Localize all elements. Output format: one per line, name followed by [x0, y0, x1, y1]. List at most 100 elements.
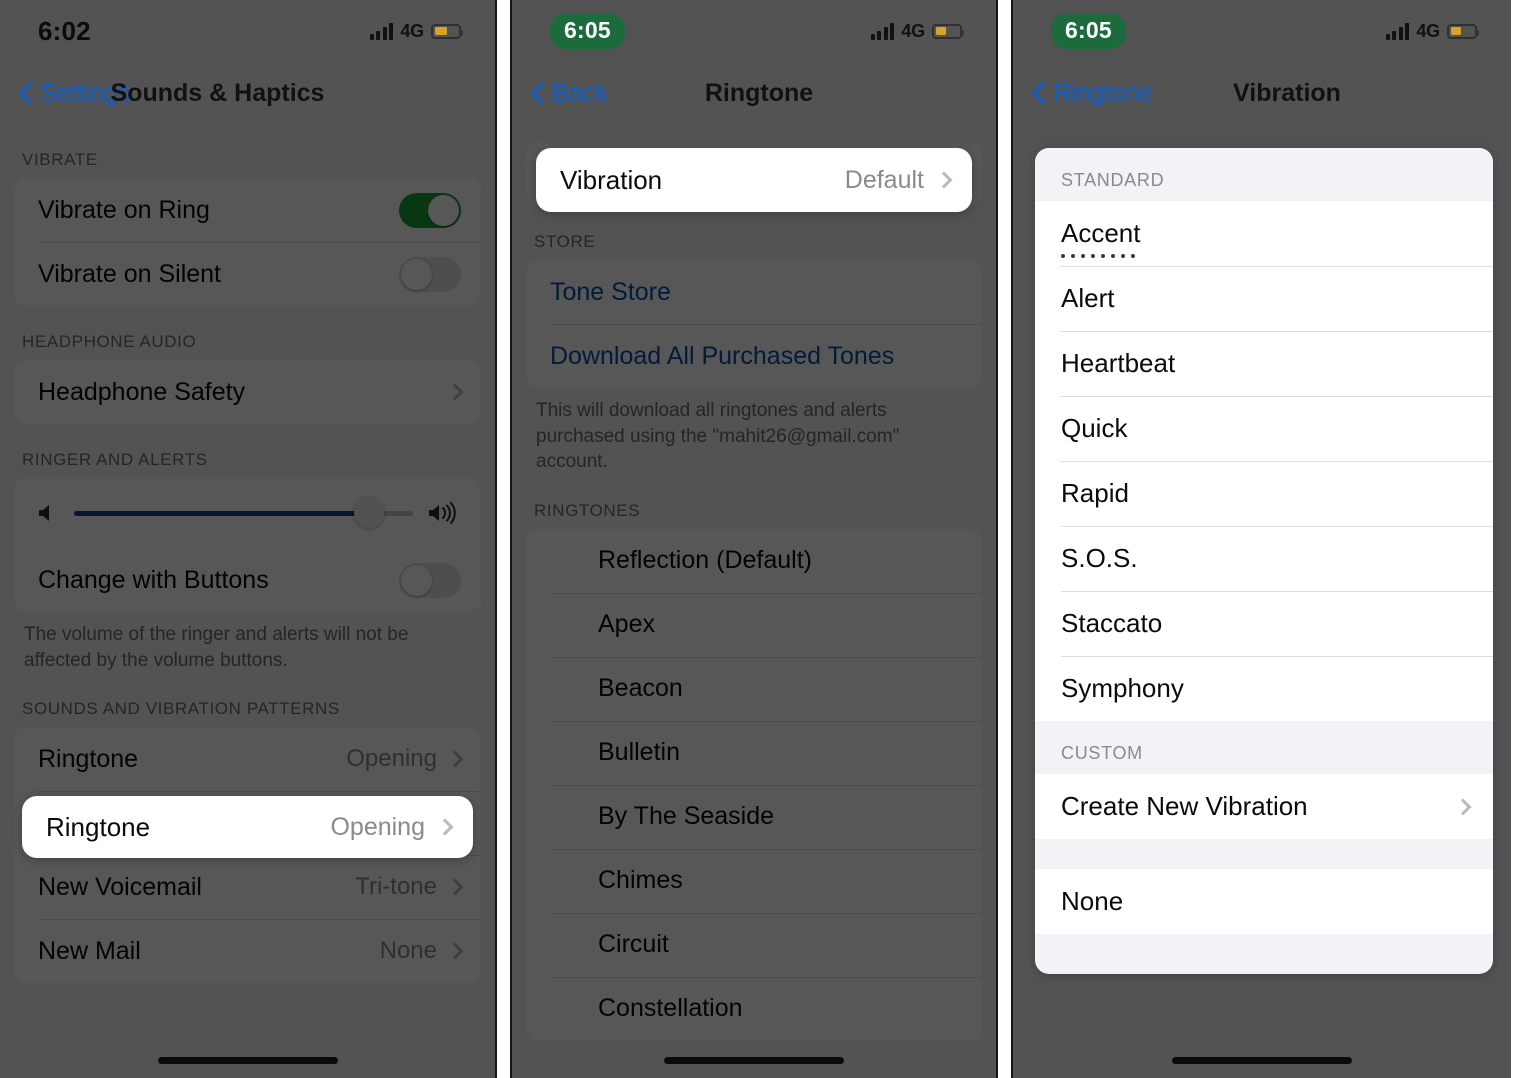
- speaker-low-icon: [36, 502, 60, 524]
- row-new-voicemail[interactable]: New Voicemail Tri-tone: [14, 855, 481, 919]
- store-card: Tone Store Download All Purchased Tones: [526, 260, 982, 388]
- vibration-option-rapid[interactable]: Rapid: [1035, 461, 1493, 526]
- cellular-signal-icon: [369, 22, 394, 40]
- highlight-value: Opening: [330, 812, 425, 841]
- row-label: New Mail: [38, 936, 141, 965]
- vibration-label: Heartbeat: [1061, 348, 1176, 378]
- list-item[interactable]: Circuit: [526, 912, 982, 977]
- group-header-standard: STANDARD: [1035, 148, 1493, 201]
- ringtone-label: Circuit: [598, 930, 669, 959]
- row-value: Opening: [346, 745, 437, 773]
- panel-gap-1: [497, 0, 510, 1078]
- status-indicators: 4G: [870, 20, 964, 42]
- back-button[interactable]: Back: [532, 79, 608, 108]
- highlighted-vibration-row[interactable]: Vibration Default: [536, 148, 972, 212]
- section-header-store: STORE: [534, 232, 596, 251]
- highlight-value: Default: [844, 165, 924, 194]
- back-button[interactable]: Ringtone: [1033, 79, 1153, 108]
- chevron-right-icon: [446, 878, 464, 896]
- create-new-vibration-row[interactable]: Create New Vibration: [1035, 774, 1493, 839]
- row-ringer-volume[interactable]: [14, 478, 481, 548]
- row-new-mail[interactable]: New Mail None: [14, 919, 481, 983]
- list-item[interactable]: Apex: [526, 592, 982, 657]
- page-title: Sounds & Haptics: [110, 78, 325, 107]
- section-header-sounds-vibration-patterns: SOUNDS AND VIBRATION PATTERNS: [22, 699, 340, 719]
- chevron-left-icon: [20, 82, 33, 105]
- row-change-with-buttons[interactable]: Change with Buttons: [14, 548, 481, 612]
- group-spacer: [1035, 839, 1493, 869]
- download-all-tones-link: Download All Purchased Tones: [550, 341, 895, 370]
- highlighted-ringtone-row[interactable]: Ringtone Opening: [22, 796, 473, 858]
- chevron-left-icon: [1033, 82, 1046, 105]
- chevron-left-icon: [532, 82, 545, 105]
- panel-sounds-haptics: 6:02 4G Settings Sounds & Haptics VIBRAT…: [0, 0, 497, 1078]
- row-download-all-purchased-tones[interactable]: Download All Purchased Tones: [526, 324, 982, 388]
- network-type-label: 4G: [901, 20, 925, 41]
- vibration-option-staccato[interactable]: Staccato: [1035, 591, 1493, 656]
- vibrate-on-ring-toggle[interactable]: [399, 192, 461, 228]
- row-vibrate-on-silent[interactable]: Vibrate on Silent: [14, 242, 481, 306]
- headphone-audio-card: Headphone Safety: [14, 360, 481, 424]
- status-bar: 6:05 4G: [1013, 0, 1511, 62]
- section-header-ringer-alerts: RINGER AND ALERTS: [22, 450, 208, 469]
- network-type-label: 4G: [1416, 20, 1440, 41]
- row-tone-store[interactable]: Tone Store: [526, 260, 982, 324]
- status-clock-recording: 6:05: [550, 13, 625, 49]
- cellular-signal-icon: [1385, 22, 1410, 40]
- list-item[interactable]: Constellation: [526, 976, 982, 1041]
- none-group: None: [1035, 869, 1493, 934]
- battery-icon: [431, 23, 463, 39]
- vibration-option-none[interactable]: None: [1035, 869, 1493, 934]
- list-item[interactable]: Reflection (Default): [526, 529, 982, 593]
- vibration-label: Rapid: [1061, 478, 1129, 508]
- row-headphone-safety[interactable]: Headphone Safety: [14, 360, 481, 424]
- list-item[interactable]: Bulletin: [526, 720, 982, 785]
- cellular-signal-icon: [870, 22, 895, 40]
- list-item[interactable]: By The Seaside: [526, 784, 982, 849]
- battery-icon: [1447, 23, 1479, 39]
- status-bar: 6:02 4G: [0, 0, 495, 62]
- vibration-options-list: STANDARD Accent Alert Heartbeat Quick Ra…: [1035, 148, 1493, 974]
- status-bar: 6:05 4G: [512, 0, 996, 62]
- vibration-option-symphony[interactable]: Symphony: [1035, 656, 1493, 721]
- back-button[interactable]: Settings: [20, 79, 130, 108]
- vibration-label: Symphony: [1061, 673, 1184, 703]
- vibration-option-sos[interactable]: S.O.S.: [1035, 526, 1493, 591]
- chevron-right-icon: [935, 171, 953, 189]
- vibration-option-quick[interactable]: Quick: [1035, 396, 1493, 461]
- ringtones-card: Reflection (Default) Apex Beacon Bulleti…: [526, 528, 982, 1041]
- network-type-label: 4G: [400, 20, 424, 41]
- ringtone-label: Constellation: [598, 994, 743, 1023]
- list-item[interactable]: Chimes: [526, 848, 982, 913]
- row-label: Vibrate on Silent: [38, 259, 221, 288]
- panel-gap-2: [998, 0, 1011, 1078]
- vibrate-on-silent-toggle[interactable]: [399, 256, 461, 292]
- vibration-option-heartbeat[interactable]: Heartbeat: [1035, 331, 1493, 396]
- list-item[interactable]: Beacon: [526, 656, 982, 721]
- row-ringtone[interactable]: Ringtone Opening: [14, 727, 481, 791]
- row-value: Tri-tone: [355, 873, 437, 901]
- vibration-label: None: [1061, 886, 1124, 916]
- row-label: Vibrate on Ring: [38, 195, 210, 224]
- vibration-option-alert[interactable]: Alert: [1035, 266, 1493, 331]
- vibration-label: Alert: [1061, 283, 1115, 313]
- home-indicator: [157, 1057, 338, 1064]
- row-value: None: [379, 937, 437, 965]
- ringer-volume-slider[interactable]: [74, 498, 413, 528]
- status-indicators: 4G: [369, 20, 463, 42]
- panel-ringtone: 6:05 4G Back Ringtone Vibration Defau: [510, 0, 998, 1078]
- ringtone-label: Beacon: [598, 674, 683, 703]
- section-header-headphone-audio: HEADPHONE AUDIO: [22, 332, 197, 351]
- highlight-label: Vibration: [560, 164, 663, 195]
- chevron-right-icon: [446, 942, 464, 960]
- status-clock: 6:02: [38, 15, 91, 46]
- ringtone-label: Apex: [598, 610, 655, 639]
- store-footnote: This will download all ringtones and ale…: [536, 400, 900, 473]
- custom-vibrations-group: Create New Vibration: [1035, 774, 1493, 839]
- row-vibrate-on-ring[interactable]: Vibrate on Ring: [14, 178, 481, 242]
- change-with-buttons-toggle[interactable]: [399, 562, 461, 598]
- vibration-label: Quick: [1061, 413, 1128, 443]
- vibration-option-accent[interactable]: Accent: [1035, 201, 1493, 266]
- back-button-label: Settings: [40, 78, 131, 107]
- ringer-alerts-card: Change with Buttons: [14, 478, 481, 612]
